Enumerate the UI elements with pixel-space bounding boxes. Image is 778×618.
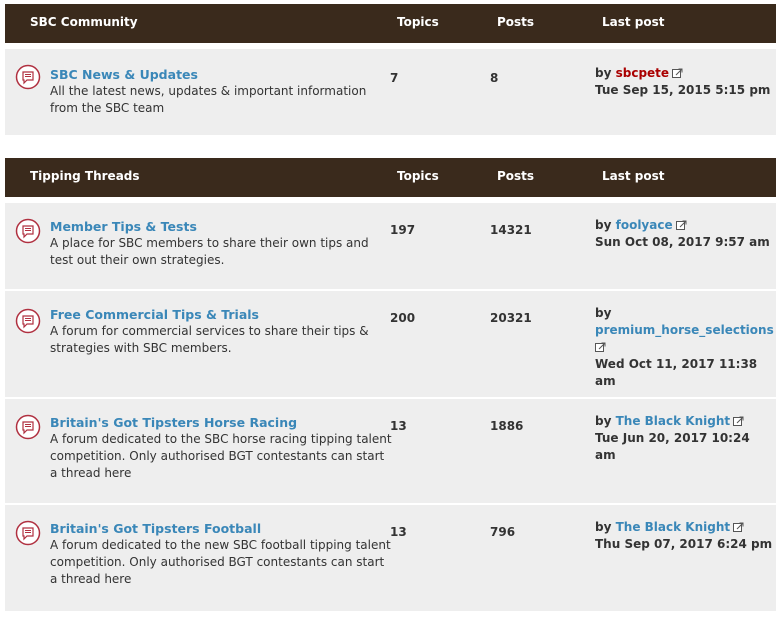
- section-header: SBC Community Topics Posts Last post: [5, 4, 776, 43]
- posts-count: 14321: [490, 223, 532, 237]
- posts-count: 8: [490, 71, 499, 85]
- last-post-date: Tue Sep 15, 2015 5:15 pm: [595, 83, 771, 97]
- by-label: by: [595, 66, 612, 80]
- by-label: by: [595, 520, 612, 534]
- topics-count: 13: [390, 419, 407, 433]
- forum-description: A forum dedicated to the new SBC footbal…: [50, 538, 391, 586]
- last-post-date: Thu Sep 07, 2017 6:24 pm: [595, 537, 773, 551]
- forum-row: Britain's Got Tipsters Horse Racing A fo…: [5, 399, 776, 505]
- forum-read-icon: [15, 64, 41, 90]
- section-header: Tipping Threads Topics Posts Last post: [5, 158, 776, 197]
- section-title[interactable]: SBC Community: [30, 4, 138, 41]
- last-post-info: by premium_horse_selections Wed Oct 11, …: [595, 305, 774, 390]
- forum-read-icon: [15, 414, 41, 440]
- section-tipping-threads: Tipping Threads Topics Posts Last post M…: [5, 158, 776, 611]
- topics-count: 200: [390, 311, 416, 325]
- view-latest-post-icon[interactable]: [595, 342, 606, 353]
- view-latest-post-icon[interactable]: [675, 220, 687, 231]
- forum-row: Member Tips & Tests A place for SBC memb…: [5, 203, 776, 291]
- view-latest-post-icon[interactable]: [672, 68, 683, 79]
- last-post-info: by The Black Knight Tue Jun 20, 2017 10:…: [595, 413, 773, 464]
- forum-row: Britain's Got Tipsters Football A forum …: [5, 505, 776, 611]
- topics-count: 197: [390, 223, 416, 237]
- forum-link-bgt-horse-racing[interactable]: Britain's Got Tipsters Horse Racing: [50, 415, 297, 430]
- forum-row: Free Commercial Tips & Trials A forum fo…: [5, 291, 776, 399]
- forum-description: A forum dedicated to the SBC horse racin…: [50, 432, 392, 480]
- column-posts-header: Posts: [497, 15, 535, 29]
- by-label: by: [595, 306, 612, 320]
- forum-link-sbc-news[interactable]: SBC News & Updates: [50, 67, 198, 82]
- last-post-date: Wed Oct 11, 2017 11:38 am: [595, 357, 758, 388]
- last-post-date: Sun Oct 08, 2017 9:57 am: [595, 235, 770, 249]
- by-label: by: [595, 218, 612, 232]
- forum-read-icon: [15, 308, 41, 334]
- forum-link-member-tips[interactable]: Member Tips & Tests: [50, 219, 197, 234]
- view-latest-post-icon[interactable]: [733, 522, 744, 533]
- author-link[interactable]: The Black Knight: [616, 520, 731, 534]
- author-link[interactable]: premium_horse_selections: [595, 323, 774, 337]
- by-label: by: [595, 414, 612, 428]
- forum-row: SBC News & Updates All the latest news, …: [5, 49, 776, 135]
- forum-description: A forum for commercial services to share…: [50, 324, 369, 355]
- forum-link-free-commercial[interactable]: Free Commercial Tips & Trials: [50, 307, 259, 322]
- topics-count: 7: [390, 71, 399, 85]
- forum-description: All the latest news, updates & important…: [50, 84, 367, 115]
- column-posts-header: Posts: [497, 169, 535, 183]
- view-latest-post-icon[interactable]: [733, 416, 744, 427]
- section-title[interactable]: Tipping Threads: [30, 158, 140, 195]
- author-link[interactable]: The Black Knight: [616, 414, 731, 428]
- last-post-info: by foolyace Sun Oct 08, 2017 9:57 am: [595, 217, 773, 251]
- posts-count: 20321: [490, 311, 532, 325]
- last-post-date: Tue Jun 20, 2017 10:24 am: [595, 431, 750, 462]
- section-sbc-community: SBC Community Topics Posts Last post SBC…: [5, 4, 776, 135]
- column-topics-header: Topics: [397, 169, 439, 183]
- topics-count: 13: [390, 525, 407, 539]
- forum-read-icon: [15, 520, 41, 546]
- last-post-info: by sbcpete Tue Sep 15, 2015 5:15 pm: [595, 65, 773, 99]
- author-link[interactable]: foolyace: [616, 218, 673, 232]
- forum-read-icon: [15, 218, 41, 244]
- last-post-info: by The Black Knight Thu Sep 07, 2017 6:2…: [595, 519, 773, 553]
- column-lastpost-header: Last post: [602, 15, 665, 29]
- forum-description: A place for SBC members to share their o…: [50, 236, 369, 267]
- column-topics-header: Topics: [397, 15, 439, 29]
- posts-count: 796: [490, 525, 516, 539]
- posts-count: 1886: [490, 419, 524, 433]
- author-link[interactable]: sbcpete: [616, 66, 669, 80]
- column-lastpost-header: Last post: [602, 169, 665, 183]
- forum-link-bgt-football[interactable]: Britain's Got Tipsters Football: [50, 521, 261, 536]
